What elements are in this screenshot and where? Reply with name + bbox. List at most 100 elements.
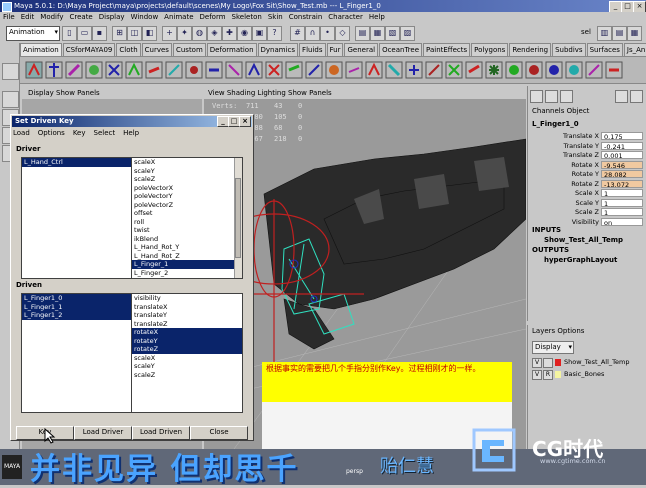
list-item[interactable]: translateX bbox=[132, 303, 242, 312]
layer-visibility-toggle[interactable]: V bbox=[532, 358, 542, 368]
show-tool-settings-icon[interactable]: ▤ bbox=[612, 26, 627, 41]
channel-row[interactable]: Rotate Z -13.072 bbox=[528, 179, 645, 189]
list-item[interactable]: L_Finger_1 bbox=[132, 260, 242, 269]
close-button[interactable]: Close bbox=[190, 426, 248, 440]
channel-value-field[interactable]: 0.001 bbox=[601, 151, 643, 160]
list-item[interactable]: L_Hand_Rot_Z bbox=[132, 252, 242, 261]
shelf-tab-painteffects[interactable]: PaintEffects bbox=[423, 43, 471, 56]
list-item[interactable]: poleVectorX bbox=[132, 184, 242, 193]
menu-window[interactable]: Window bbox=[128, 12, 162, 23]
menu-file[interactable]: File bbox=[0, 12, 18, 23]
list-item[interactable]: rotateX bbox=[132, 328, 242, 337]
shelf-tab-polygons[interactable]: Polygons bbox=[471, 43, 509, 56]
channel-value-field[interactable]: 28.082 bbox=[601, 170, 643, 179]
shelf-tab-surfaces[interactable]: Surfaces bbox=[586, 43, 623, 56]
channel-value-field[interactable]: -13.072 bbox=[601, 179, 643, 189]
driver-attr-scrollbar[interactable] bbox=[234, 158, 242, 278]
shelf-tab-fluids[interactable]: Fluids bbox=[299, 43, 326, 56]
shelf-tab-animation[interactable]: Animation bbox=[20, 43, 62, 56]
shelf-tab-cloth[interactable]: Cloth bbox=[116, 43, 141, 56]
shelf-tab-curves[interactable]: Curves bbox=[141, 43, 172, 56]
select-object-icon[interactable]: ◫ bbox=[127, 26, 142, 41]
list-item[interactable]: L_Hand_Ctrl bbox=[22, 158, 132, 167]
open-scene-icon[interactable]: ▭ bbox=[77, 26, 92, 41]
list-item[interactable]: translateZ bbox=[132, 320, 242, 329]
list-item[interactable]: poleVectorZ bbox=[132, 201, 242, 210]
viewport-menubar[interactable]: View Shading Lighting Show Panels bbox=[204, 88, 526, 99]
layer-color-swatch[interactable] bbox=[555, 371, 561, 378]
list-item[interactable]: scaleY bbox=[132, 167, 242, 176]
menu-skeleton[interactable]: Skeleton bbox=[229, 12, 265, 23]
sdk-close-button[interactable]: × bbox=[239, 116, 251, 127]
channel-row[interactable]: Scale Z1 bbox=[528, 208, 645, 217]
list-item[interactable]: L_Finger1_2 bbox=[22, 311, 132, 320]
driver-attribute-list[interactable]: scaleX scaleY scaleZ poleVectorX poleVectorY… bbox=[131, 157, 243, 279]
channel-box-mode-icon[interactable] bbox=[530, 90, 543, 103]
menu-animate[interactable]: Animate bbox=[161, 12, 196, 23]
layer-visibility-toggle[interactable]: V bbox=[532, 370, 542, 380]
channel-value-field[interactable]: 0.175 bbox=[601, 132, 643, 141]
menu-edit[interactable]: Edit bbox=[18, 12, 38, 23]
shelf-tab-oceantree[interactable]: OceanTree bbox=[379, 43, 423, 56]
menu-character[interactable]: Character bbox=[325, 12, 366, 23]
pick-mask-misc-icon[interactable]: ? bbox=[267, 26, 282, 41]
channel-value-field[interactable]: -9.546 bbox=[601, 160, 643, 170]
list-item[interactable]: L_Finger_2 bbox=[132, 269, 242, 278]
menu-help[interactable]: Help bbox=[366, 12, 388, 23]
channel-value-field[interactable]: -0.241 bbox=[601, 141, 643, 151]
shelf-tab-subdivs[interactable]: Subdivs bbox=[552, 43, 586, 56]
scroll-thumb[interactable] bbox=[235, 178, 241, 258]
render-icon[interactable]: ▦ bbox=[370, 26, 385, 41]
pick-mask-surface-icon[interactable]: ◈ bbox=[207, 26, 222, 41]
list-item[interactable]: scaleY bbox=[132, 362, 242, 371]
layer-editor-mode-icon[interactable] bbox=[545, 90, 558, 103]
menu-create[interactable]: Create bbox=[66, 12, 95, 23]
list-item[interactable]: twist bbox=[132, 226, 242, 235]
show-channel-box-icon[interactable]: ▦ bbox=[627, 26, 642, 41]
driven-attribute-list[interactable]: visibility translateX translateY translateZ… bbox=[131, 293, 243, 413]
shelf-tab-dynamics[interactable]: Dynamics bbox=[257, 43, 299, 56]
render-globals-icon[interactable]: ▨ bbox=[400, 26, 415, 41]
new-scene-icon[interactable]: ▯ bbox=[62, 26, 77, 41]
layer-color-swatch[interactable] bbox=[555, 359, 561, 366]
pick-mask-dynamic-icon[interactable]: ◉ bbox=[237, 26, 252, 41]
layer-row[interactable]: V R Basic_Bones bbox=[532, 369, 642, 380]
layer-reference-toggle[interactable] bbox=[543, 358, 553, 368]
pick-mask-render-icon[interactable]: ▣ bbox=[252, 26, 267, 41]
panel-options-icon[interactable] bbox=[630, 90, 643, 103]
outputs-item[interactable]: hyperGraphLayout bbox=[544, 256, 617, 264]
show-attribute-editor-icon[interactable]: ▥ bbox=[597, 26, 612, 41]
pick-mask-handle-icon[interactable]: + bbox=[162, 26, 177, 41]
layers-menu[interactable]: Layers Options bbox=[532, 327, 584, 335]
shelf-tab-csformaya09[interactable]: CSforMAYA09 bbox=[62, 43, 116, 56]
list-item[interactable]: visibility bbox=[132, 294, 242, 303]
sdk-menu-key[interactable]: Key bbox=[73, 129, 86, 137]
close-window-button[interactable]: × bbox=[633, 1, 646, 12]
driven-object-list[interactable]: L_Finger1_0 L_Finger1_1 L_Finger1_2 bbox=[21, 293, 133, 413]
left-panel-menubar[interactable]: Display Show Panels bbox=[24, 88, 202, 99]
channel-layer-mode-icon[interactable] bbox=[560, 90, 573, 103]
select-tool-icon[interactable] bbox=[2, 63, 19, 80]
list-item[interactable]: rotateY bbox=[132, 336, 242, 345]
sdk-menu-help[interactable]: Help bbox=[123, 129, 139, 137]
layer-type-dropdown[interactable]: Display bbox=[532, 341, 574, 354]
pick-mask-joint-icon[interactable]: ✦ bbox=[177, 26, 192, 41]
list-item[interactable]: offset bbox=[132, 209, 242, 218]
list-item[interactable]: ikBlend bbox=[132, 235, 242, 244]
shelf-tab-deformation[interactable]: Deformation bbox=[206, 43, 257, 56]
menu-modify[interactable]: Modify bbox=[37, 12, 66, 23]
list-item[interactable]: L_Hand_Rot_Y bbox=[132, 243, 242, 252]
list-item[interactable]: translateY bbox=[132, 311, 242, 320]
shelf-tab-js-animation[interactable]: Js_Animation bbox=[623, 43, 646, 56]
channel-row[interactable]: Translate X 0.175 bbox=[528, 132, 645, 141]
load-driven-button[interactable]: Load Driven bbox=[132, 426, 190, 440]
select-hierarchy-icon[interactable]: ⊞ bbox=[112, 26, 127, 41]
channel-row[interactable]: Scale Y1 bbox=[528, 198, 645, 208]
list-item[interactable]: scaleZ bbox=[132, 371, 242, 380]
channel-value-field[interactable]: 1 bbox=[601, 189, 643, 198]
channel-row[interactable]: Translate Z 0.001 bbox=[528, 151, 645, 160]
ipr-render-icon[interactable]: ▧ bbox=[385, 26, 400, 41]
list-item[interactable]: scaleZ bbox=[132, 175, 242, 184]
channel-value-field[interactable]: 1 bbox=[601, 208, 643, 217]
shelf-tab-custom[interactable]: Custom bbox=[172, 43, 206, 56]
